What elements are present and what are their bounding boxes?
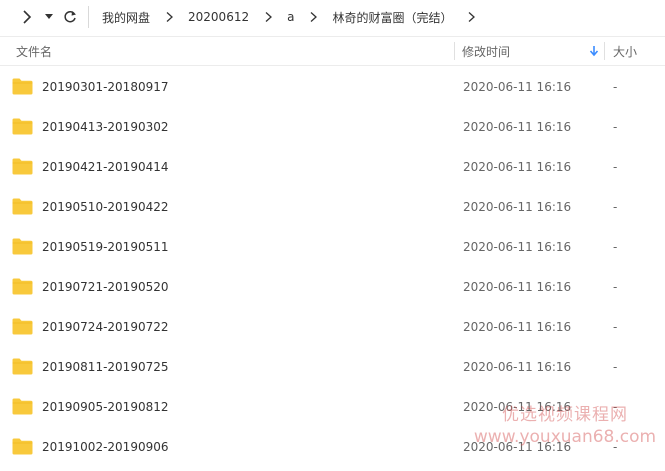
folder-icon [12,358,33,375]
file-size: - [613,200,618,214]
chevron-right-icon [165,11,174,23]
file-name[interactable]: 20190421-20190414 [42,147,169,187]
breadcrumb-item-date[interactable]: 20200612 [188,10,249,24]
file-row[interactable]: 20190905-20190812 2020-06-11 16:16 - [0,387,665,427]
file-row[interactable]: 20190519-20190511 2020-06-11 16:16 - [0,227,665,267]
column-header: 文件名 修改时间 大小 [0,36,665,66]
file-row[interactable]: 20190724-20190722 2020-06-11 16:16 - [0,307,665,347]
file-browser: 我的网盘 20200612 a 林奇的财富圈（完结） 文件名 修改时间 大小 2… [0,0,665,471]
file-size: - [613,80,618,94]
file-row[interactable]: 20190301-20180917 2020-06-11 16:16 - [0,67,665,107]
column-divider[interactable] [604,42,605,60]
file-modified-time: 2020-06-11 16:16 [463,280,572,294]
chevron-right-icon[interactable] [467,11,476,23]
file-row[interactable]: 20190421-20190414 2020-06-11 16:16 - [0,147,665,187]
file-modified-time: 2020-06-11 16:16 [463,400,572,414]
column-header-size[interactable]: 大小 [613,37,663,65]
file-list: 20190301-20180917 2020-06-11 16:16-201904… [0,67,665,467]
folder-icon [12,158,33,175]
sort-descending-icon[interactable] [589,45,599,57]
breadcrumb-item-a[interactable]: a [287,10,294,24]
folder-icon [12,438,33,455]
address-divider [88,6,89,28]
file-row[interactable]: 20191002-20190906 2020-06-11 16:16 - [0,427,665,467]
file-size: - [613,280,618,294]
history-dropdown-icon[interactable] [42,6,56,28]
file-row[interactable]: 20190510-20190422 2020-06-11 16:16 - [0,187,665,227]
breadcrumb-item-root[interactable]: 我的网盘 [102,9,150,26]
column-header-modified[interactable]: 修改时间 [462,37,592,65]
file-size: - [613,360,618,374]
file-modified-time: 2020-06-11 16:16 [463,200,572,214]
file-name[interactable]: 20190905-20190812 [42,387,169,427]
folder-icon [12,278,33,295]
file-size: - [613,440,618,454]
forward-icon[interactable] [18,6,36,28]
chevron-right-icon [264,11,273,23]
file-modified-time: 2020-06-11 16:16 [463,360,572,374]
file-name[interactable]: 20190811-20190725 [42,347,169,387]
file-modified-time: 2020-06-11 16:16 [463,80,572,94]
file-modified-time: 2020-06-11 16:16 [463,320,572,334]
file-name[interactable]: 20190519-20190511 [42,227,169,267]
file-name[interactable]: 20190301-20180917 [42,67,169,107]
folder-icon [12,198,33,215]
folder-icon [12,318,33,335]
breadcrumb-item-current[interactable]: 林奇的财富圈（完结） [332,9,452,26]
file-size: - [613,320,618,334]
breadcrumb: 我的网盘 20200612 a 林奇的财富圈（完结） [102,0,490,34]
column-header-name[interactable]: 文件名 [16,37,446,65]
file-modified-time: 2020-06-11 16:16 [463,160,572,174]
folder-icon [12,78,33,95]
file-size: - [613,240,618,254]
file-name[interactable]: 20191002-20190906 [42,427,169,467]
file-row[interactable]: 20190413-20190302 2020-06-11 16:16 - [0,107,665,147]
address-bar: 我的网盘 20200612 a 林奇的财富圈（完结） [0,0,665,36]
file-name[interactable]: 20190413-20190302 [42,107,169,147]
file-name[interactable]: 20190510-20190422 [42,187,169,227]
refresh-icon[interactable] [60,6,80,28]
folder-icon [12,118,33,135]
file-size: - [613,400,618,414]
file-modified-time: 2020-06-11 16:16 [463,440,572,454]
file-row[interactable]: 20190811-20190725 2020-06-11 16:16 - [0,347,665,387]
folder-icon [12,398,33,415]
file-name[interactable]: 20190724-20190722 [42,307,169,347]
file-size: - [613,160,618,174]
file-size: - [613,120,618,134]
chevron-right-icon [309,11,318,23]
file-modified-time: 2020-06-11 16:16 [463,240,572,254]
file-name[interactable]: 20190721-20190520 [42,267,169,307]
file-modified-time: 2020-06-11 16:16 [463,120,572,134]
file-row[interactable]: 20190721-20190520 2020-06-11 16:16 - [0,267,665,307]
column-divider[interactable] [454,42,455,60]
folder-icon [12,238,33,255]
